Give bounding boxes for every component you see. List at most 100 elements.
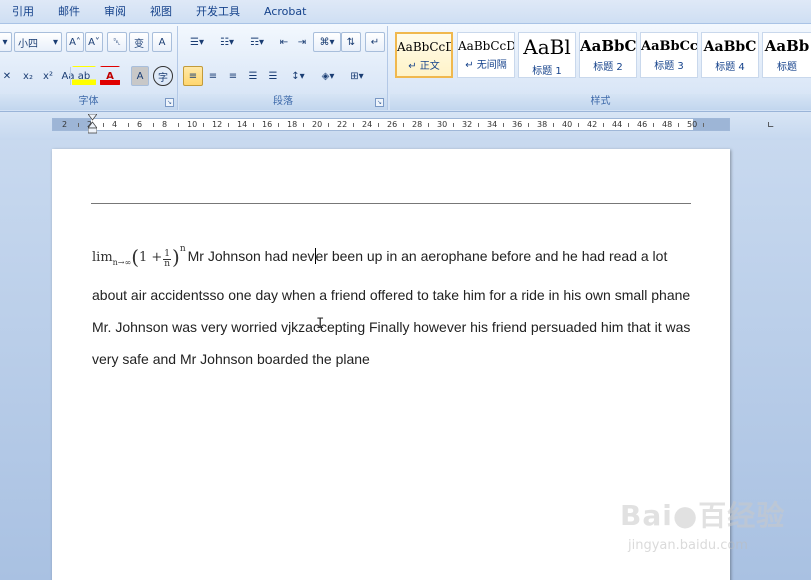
superscript-button[interactable]: x²	[38, 66, 58, 86]
style-name: 标题	[777, 62, 797, 73]
distributed-button[interactable]: ☰	[263, 66, 283, 86]
style-name: ↵ 无间隔	[465, 60, 507, 71]
paragraph-group-label: 段落	[179, 94, 387, 110]
decrease-indent-button[interactable]: ⇤	[275, 32, 293, 52]
font-dialog-launcher[interactable]: ↘	[165, 98, 174, 107]
style-sample: AaBbC	[703, 39, 757, 55]
style-normal[interactable]: AaBbCcD ↵ 正文	[395, 32, 453, 78]
document-body[interactable]: limn→∞(1 +1 n)n Mr Johnson had never been …	[92, 233, 692, 375]
ruler-tick	[427, 123, 429, 127]
grow-font-button[interactable]: A˄	[66, 32, 84, 52]
ruler-number: 30	[437, 120, 448, 129]
font-size-value: 小四	[18, 38, 38, 50]
ruler-tick	[202, 123, 204, 127]
ruler-tick	[502, 123, 504, 127]
style-heading-2[interactable]: AaBbC 标题 2	[579, 32, 637, 78]
ruler-number: 24	[362, 120, 373, 129]
enclose-char-button[interactable]: 字	[153, 66, 173, 86]
ruler-right-margin	[693, 119, 729, 130]
styles-group-label: 样式	[390, 94, 811, 110]
style-name: 标题 3	[654, 61, 684, 72]
bullets-button[interactable]: ☰▾	[183, 32, 211, 52]
clear-format-button[interactable]: ␡	[107, 32, 127, 52]
style-heading-4[interactable]: AaBbC 标题 4	[701, 32, 759, 78]
ruler-number: 40	[562, 120, 573, 129]
ruler-tick	[327, 123, 329, 127]
ruler-number: 10	[187, 120, 198, 129]
font-group: ▾ 小四 ▾ A˄ A˅ ␡ 变 A ✕ x₂ x² Aa ab A A 字 字…	[0, 26, 178, 110]
style-no-spacing[interactable]: AaBbCcD ↵ 无间隔	[457, 32, 515, 78]
char-shading-button[interactable]: A	[131, 66, 149, 86]
sort-button[interactable]: ⇅	[341, 32, 361, 52]
ruler-tick	[352, 123, 354, 127]
subscript-button[interactable]: x₂	[18, 66, 38, 86]
ruler-number: 2	[62, 120, 68, 129]
watermark-logo: Bai●百经验	[620, 499, 786, 532]
tab-developer[interactable]: 开发工具	[184, 1, 252, 23]
style-sample: AaBbCc	[641, 39, 697, 54]
align-left-button[interactable]: ≡	[183, 66, 203, 86]
strikethrough-button[interactable]: ✕	[0, 66, 14, 86]
numbering-button[interactable]: ☷▾	[213, 32, 241, 52]
ruler-number: 26	[387, 120, 398, 129]
indent-marker-icon[interactable]	[88, 114, 97, 134]
paragraph-dialog-launcher[interactable]: ↘	[375, 98, 384, 107]
ruler-number: 34	[487, 120, 498, 129]
justify-button[interactable]: ☰	[243, 66, 263, 86]
ribbon: ▾ 小四 ▾ A˄ A˅ ␡ 变 A ✕ x₂ x² Aa ab A A 字 字…	[0, 24, 811, 112]
shrink-font-button[interactable]: A˅	[85, 32, 103, 52]
char-border-button[interactable]: A	[152, 32, 172, 52]
ruler-number: 4	[112, 120, 118, 129]
font-color-button[interactable]: A	[100, 66, 120, 86]
tab-stop-selector-icon[interactable]: ∟	[767, 121, 775, 131]
ruler-tick	[227, 123, 229, 127]
style-heading-3[interactable]: AaBbCc 标题 3	[640, 32, 698, 78]
font-size-dropdown[interactable]: 小四 ▾	[14, 32, 62, 52]
ruler-tick	[627, 123, 629, 127]
ruler-tick	[577, 123, 579, 127]
style-name: ↵ 正文	[408, 61, 440, 72]
ruler-tick	[277, 123, 279, 127]
ibeam-cursor-icon: I	[316, 316, 325, 332]
limit-formula[interactable]: limn→∞(1 +1 n)n	[92, 244, 186, 269]
ruler-number: 38	[537, 120, 548, 129]
ruler-tick	[177, 123, 179, 127]
ruler-tick	[252, 123, 254, 127]
phonetic-guide-button[interactable]: 变	[129, 32, 149, 52]
ruler-left-margin	[53, 119, 91, 130]
paragraph-text-rest: er been up in an aerophane before and he…	[92, 248, 691, 367]
increase-indent-button[interactable]: ⇥	[293, 32, 311, 52]
align-right-button[interactable]: ≡	[223, 66, 243, 86]
tab-references[interactable]: 引用	[0, 1, 46, 23]
ruler-tick	[677, 123, 679, 127]
font-name-dropdown[interactable]: ▾	[0, 32, 12, 52]
style-title[interactable]: AaBb 标题	[762, 32, 811, 78]
ruler-number: 42	[587, 120, 598, 129]
tab-acrobat[interactable]: Acrobat	[252, 1, 318, 23]
tab-mailings[interactable]: 邮件	[46, 1, 92, 23]
baidu-watermark: Bai●百经验 jingyan.baidu.com	[620, 494, 800, 564]
style-sample: AaBl	[523, 35, 571, 59]
formula-lim: lim	[92, 250, 113, 265]
show-marks-button[interactable]: ↵	[365, 32, 385, 52]
highlight-button[interactable]: ab	[72, 66, 96, 86]
chinese-layout-button[interactable]: ⌘▾	[313, 32, 341, 52]
ruler-number: 32	[462, 120, 473, 129]
tab-view[interactable]: 视图	[138, 1, 184, 23]
shading-button[interactable]: ◈▾	[315, 66, 341, 86]
formula-close-paren: )	[172, 245, 180, 269]
ruler-number: 16	[262, 120, 273, 129]
multilevel-list-button[interactable]: ☶▾	[243, 32, 271, 52]
align-center-button[interactable]: ≡	[203, 66, 223, 86]
tab-review[interactable]: 审阅	[92, 1, 138, 23]
horizontal-ruler[interactable]: 2 2 4 6 8 10 12 14 16 18 20 22 24 26 28 30 32 34 36 38 40 42 4…	[52, 118, 730, 131]
ruler-tick	[652, 123, 654, 127]
ruler-tick	[402, 123, 404, 127]
ruler-tick	[152, 123, 154, 127]
ruler-number: 18	[287, 120, 298, 129]
line-spacing-button[interactable]: ↕▾	[285, 66, 311, 86]
style-sample: AaBbCcD	[397, 40, 451, 54]
style-sample: AaBb	[764, 37, 810, 55]
borders-button[interactable]: ⊞▾	[343, 66, 371, 86]
style-heading-1[interactable]: AaBl 标题 1	[518, 32, 576, 78]
